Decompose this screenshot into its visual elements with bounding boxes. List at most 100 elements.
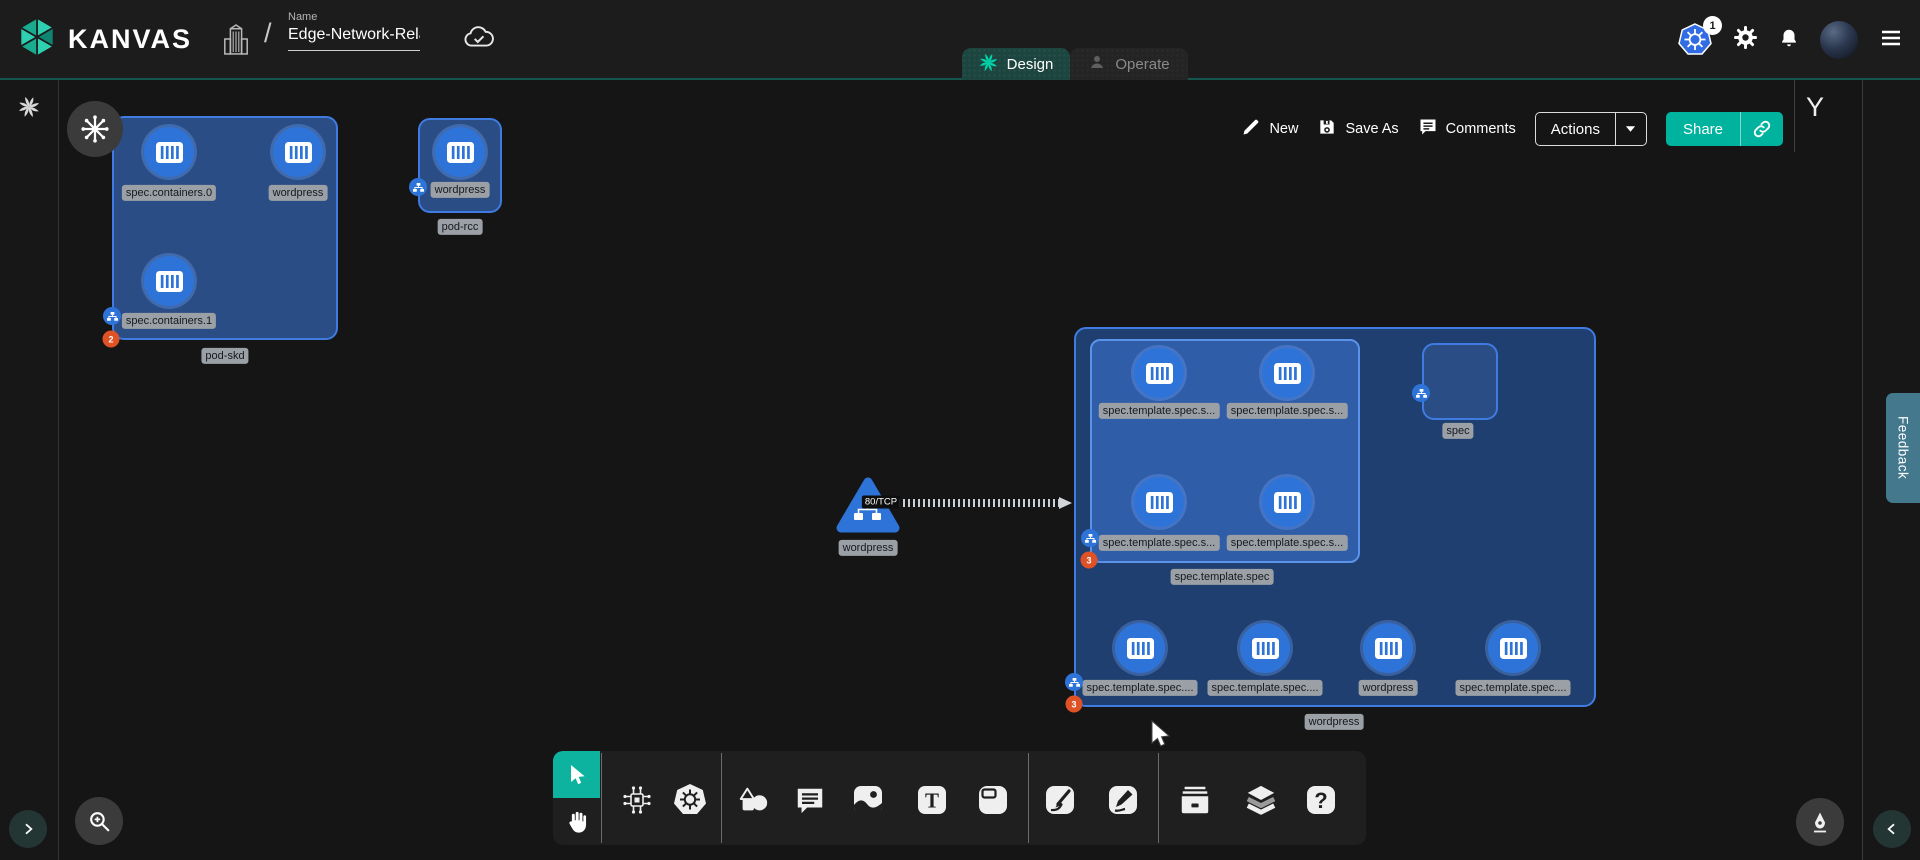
group-label: spec.template.spec bbox=[1171, 569, 1274, 585]
tab-design[interactable]: Design bbox=[962, 48, 1070, 80]
comment-bubble-icon bbox=[1418, 117, 1438, 141]
kubernetes-context-button[interactable]: 1 bbox=[1677, 22, 1713, 58]
design-canvas[interactable]: pod-skd2pod-rccwordpress3spec.template.s… bbox=[0, 80, 1920, 860]
node-label: wordpress bbox=[269, 185, 328, 201]
ink-pen-button[interactable] bbox=[1796, 798, 1844, 846]
save-as-label: Save As bbox=[1345, 121, 1398, 137]
hierarchy-badge-icon[interactable] bbox=[1412, 384, 1430, 402]
mode-tabs: Design Operate bbox=[962, 48, 1188, 80]
operate-person-icon bbox=[1088, 53, 1106, 75]
comments-button[interactable]: Comments bbox=[1418, 117, 1516, 141]
image-tool-icon[interactable] bbox=[848, 780, 888, 820]
copy-link-icon[interactable] bbox=[1740, 112, 1783, 146]
floppy-icon bbox=[1317, 117, 1337, 141]
design-action-bar: New Save As Comments Actions bbox=[1241, 112, 1783, 146]
layers-tool-icon[interactable] bbox=[1241, 780, 1281, 820]
container-node[interactable] bbox=[144, 127, 194, 177]
group-label: spec bbox=[1442, 423, 1473, 439]
shapes-tool-icon[interactable] bbox=[733, 780, 773, 820]
node-label: spec.containers.0 bbox=[122, 185, 216, 201]
text-tool-icon[interactable]: T bbox=[912, 780, 952, 820]
toolbar-divider bbox=[601, 753, 602, 843]
share-button[interactable]: Share bbox=[1666, 112, 1783, 146]
kubernetes-context-badge: 1 bbox=[1703, 16, 1722, 35]
node-label: spec.containers.1 bbox=[122, 313, 216, 329]
save-as-button[interactable]: Save As bbox=[1317, 117, 1398, 141]
container-node[interactable] bbox=[1488, 623, 1538, 673]
container-node[interactable] bbox=[435, 127, 485, 177]
kanvas-logo-icon bbox=[16, 14, 58, 65]
group-spec-template-spec[interactable] bbox=[1090, 339, 1360, 563]
pan-tool[interactable] bbox=[556, 803, 598, 841]
node-label: spec.template.spec.s... bbox=[1099, 403, 1220, 419]
group-label: pod-skd bbox=[201, 348, 248, 364]
select-tool[interactable] bbox=[553, 751, 600, 798]
help-tool-icon[interactable]: ? bbox=[1301, 780, 1341, 820]
pen-tool-icon[interactable] bbox=[1040, 780, 1080, 820]
design-spiral-icon bbox=[979, 53, 998, 76]
collapsed-count-badge[interactable]: 3 bbox=[1081, 552, 1098, 569]
tab-operate[interactable]: Operate bbox=[1070, 48, 1188, 80]
new-button[interactable]: New bbox=[1241, 117, 1298, 141]
container-node[interactable] bbox=[273, 127, 323, 177]
design-name-input[interactable] bbox=[288, 26, 420, 51]
pencil-tool-icon[interactable] bbox=[1103, 780, 1143, 820]
snapshot-snowflake-button[interactable] bbox=[67, 101, 123, 157]
kubernetes-tool-icon[interactable] bbox=[670, 780, 710, 820]
new-label: New bbox=[1269, 121, 1298, 137]
service-edge[interactable] bbox=[898, 499, 1060, 507]
node-label: spec.template.spec.... bbox=[1208, 680, 1323, 696]
user-avatar[interactable] bbox=[1820, 21, 1858, 59]
container-node[interactable] bbox=[1262, 477, 1312, 527]
collapsed-count-badge[interactable]: 3 bbox=[1066, 696, 1083, 713]
right-dock-divider bbox=[1794, 80, 1795, 152]
container-node[interactable] bbox=[1240, 623, 1290, 673]
node-label: spec.template.spec.s... bbox=[1227, 535, 1348, 551]
zoom-search-button[interactable] bbox=[75, 797, 123, 845]
collapse-right-panel-button[interactable] bbox=[1873, 810, 1911, 848]
actions-label: Actions bbox=[1536, 113, 1615, 145]
pencil-icon bbox=[1241, 117, 1261, 141]
comments-label: Comments bbox=[1446, 121, 1516, 137]
mouse-cursor bbox=[1150, 720, 1172, 755]
expand-left-panel-button[interactable] bbox=[9, 810, 47, 848]
hierarchy-badge-icon[interactable] bbox=[103, 307, 121, 325]
settings-gear-icon[interactable] bbox=[1733, 25, 1758, 55]
organization-icon[interactable] bbox=[222, 22, 250, 61]
left-rail bbox=[0, 80, 59, 860]
node-label: wordpress bbox=[839, 540, 898, 556]
toolbar-divider bbox=[1158, 753, 1159, 843]
container-node[interactable] bbox=[1262, 348, 1312, 398]
tab-design-label: Design bbox=[1007, 56, 1054, 73]
container-node[interactable] bbox=[1115, 623, 1165, 673]
node-label: wordpress bbox=[1359, 680, 1418, 696]
actions-button[interactable]: Actions bbox=[1535, 112, 1647, 146]
design-name-block: Name bbox=[288, 11, 420, 51]
node-label: spec.template.spec.s... bbox=[1099, 535, 1220, 551]
branch-y-icon[interactable]: Y bbox=[1806, 92, 1824, 123]
breadcrumb-slash: / bbox=[264, 18, 272, 49]
hierarchy-badge-icon[interactable] bbox=[409, 178, 427, 196]
hamburger-menu-icon[interactable] bbox=[1878, 26, 1904, 55]
container-node[interactable] bbox=[1363, 623, 1413, 673]
group-spec[interactable] bbox=[1422, 343, 1498, 420]
notifications-bell-icon[interactable] bbox=[1778, 26, 1800, 55]
container-node[interactable] bbox=[1134, 348, 1184, 398]
component-tool-icon[interactable] bbox=[617, 780, 657, 820]
comment-tool-icon[interactable] bbox=[790, 780, 830, 820]
container-node[interactable] bbox=[1134, 477, 1184, 527]
brand-logo[interactable]: KANVAS bbox=[16, 14, 192, 65]
collapsed-count-badge[interactable]: 2 bbox=[103, 331, 120, 348]
group-label: wordpress bbox=[1305, 714, 1364, 730]
note-tool-icon[interactable] bbox=[973, 780, 1013, 820]
share-label: Share bbox=[1666, 112, 1740, 146]
toolbar-divider bbox=[1028, 753, 1029, 843]
svg-text:?: ? bbox=[1314, 788, 1327, 813]
canvas-toolbar: T? bbox=[553, 751, 1366, 845]
drawer-tool-icon[interactable] bbox=[1175, 780, 1215, 820]
container-node[interactable] bbox=[144, 256, 194, 306]
hierarchy-badge-icon[interactable] bbox=[1065, 673, 1083, 691]
actions-dropdown-caret[interactable] bbox=[1615, 113, 1646, 145]
feedback-tab[interactable]: Feedback bbox=[1886, 393, 1920, 503]
hierarchy-badge-icon[interactable] bbox=[1081, 529, 1099, 547]
